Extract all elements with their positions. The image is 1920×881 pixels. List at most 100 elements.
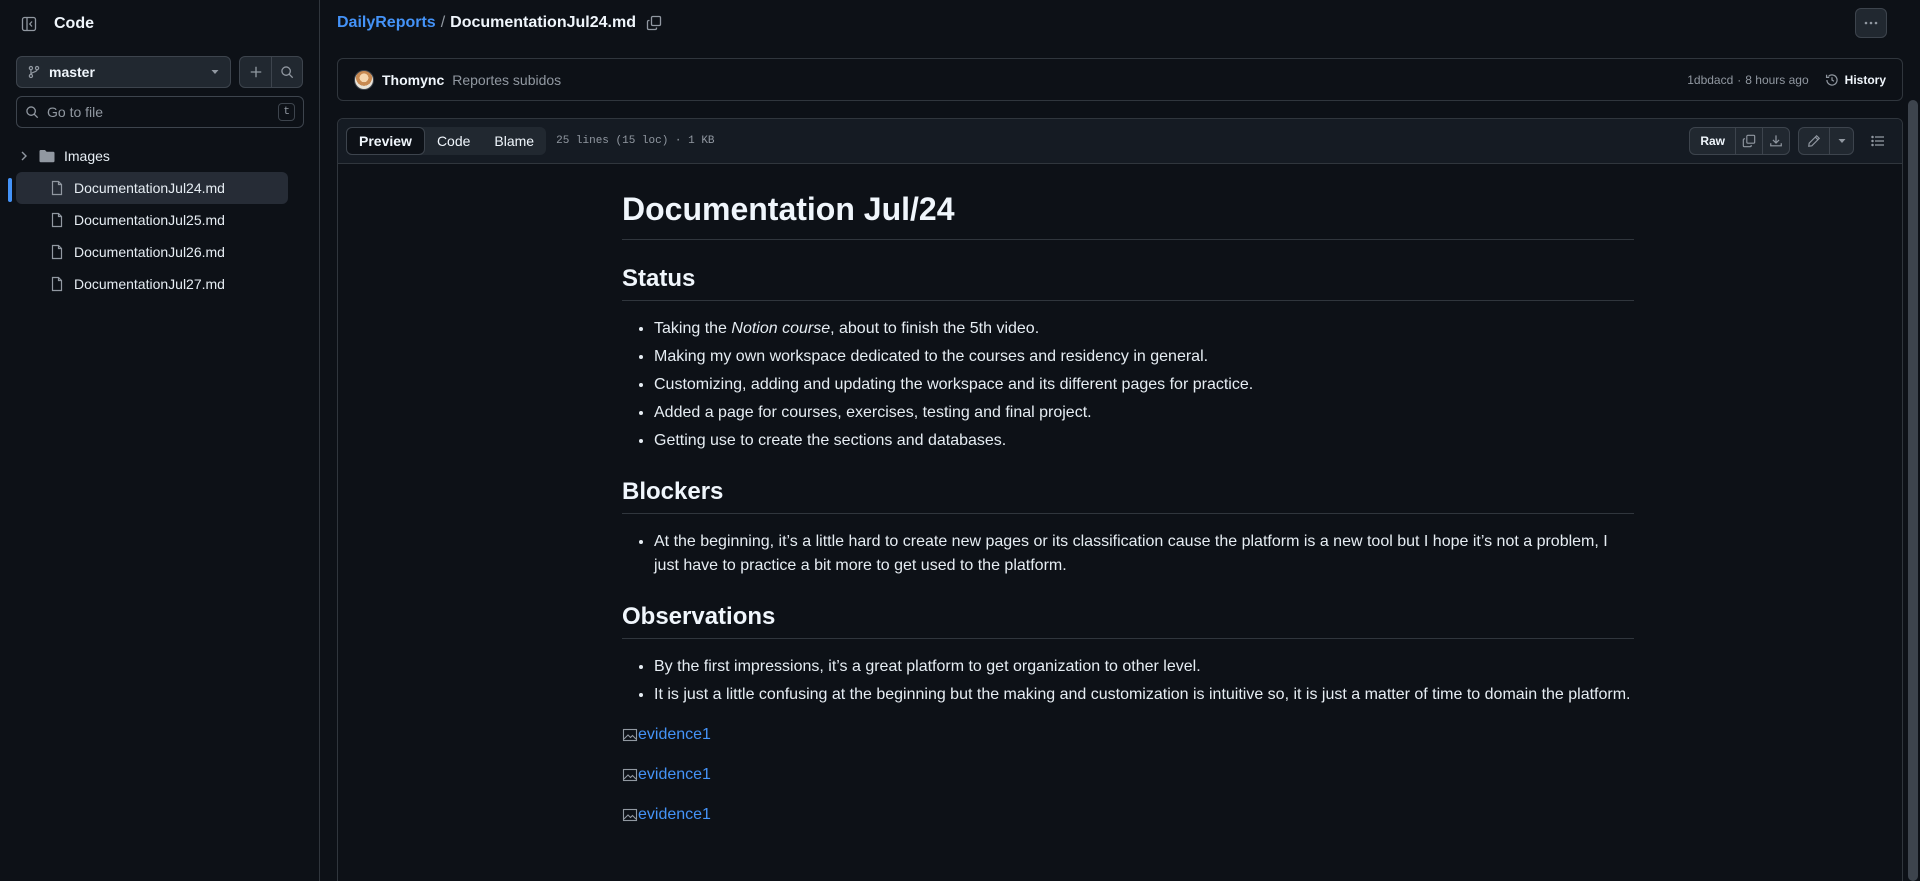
- latest-commit-bar: Thomync Reportes subidos 1dbdacd · 8 hou…: [337, 58, 1903, 101]
- tab-code[interactable]: Code: [425, 127, 482, 155]
- collapse-sidebar-button[interactable]: [14, 9, 44, 39]
- list-text: , about to finish the 5th video.: [830, 320, 1040, 337]
- branch-row: master: [16, 56, 304, 88]
- commit-time: 8 hours ago: [1745, 72, 1809, 87]
- avatar[interactable]: [354, 69, 374, 90]
- file-tree: Images DocumentationJul24.md Documentati…: [0, 140, 320, 300]
- page-scrollbar[interactable]: [1905, 0, 1920, 881]
- edit-actions-group: [1798, 127, 1854, 155]
- broken-image-icon: [622, 808, 638, 822]
- meta-separator: ·: [1737, 72, 1742, 87]
- breadcrumb: DailyReports / DocumentationJul24.md: [337, 12, 662, 34]
- evidence-alt-text: evidence1: [638, 806, 711, 823]
- document-title: Documentation Jul/24: [622, 189, 1634, 240]
- view-mode-tabs: Preview Code Blame: [346, 127, 547, 155]
- shortcut-hint: t: [278, 103, 295, 121]
- add-file-button[interactable]: [240, 57, 271, 87]
- tree-folder-images[interactable]: Images: [16, 140, 288, 172]
- file-view: DailyReports / DocumentationJul24.md Tho…: [321, 0, 1920, 881]
- list-item: Taking the Notion course, about to finis…: [654, 317, 1634, 341]
- commit-meta: 1dbdacd · 8 hours ago History: [1687, 73, 1886, 87]
- download-icon: [1770, 135, 1782, 147]
- search-icon: [281, 66, 294, 79]
- copy-path-button[interactable]: [646, 15, 662, 31]
- commit-hash[interactable]: 1dbdacd: [1687, 73, 1733, 87]
- observations-list: By the first impressions, it’s a great p…: [622, 655, 1634, 707]
- tree-file-documentationjul27[interactable]: DocumentationJul27.md: [16, 268, 288, 300]
- sidebar-collapse-icon: [21, 16, 37, 32]
- list-item: At the beginning, it’s a little hard to …: [654, 530, 1634, 578]
- evidence-image-link[interactable]: evidence1: [622, 763, 1634, 787]
- go-to-file-input[interactable]: [47, 104, 279, 120]
- tree-item-label: DocumentationJul24.md: [74, 180, 225, 196]
- heading-blockers: Blockers: [622, 477, 1634, 514]
- commit-author[interactable]: Thomync: [382, 72, 444, 88]
- evidence-image-link[interactable]: evidence1: [622, 803, 1634, 827]
- markdown-body: Documentation Jul/24 Status Taking the N…: [622, 165, 1634, 827]
- search-tree-button[interactable]: [271, 57, 302, 87]
- file-icon: [51, 212, 63, 228]
- history-label: History: [1844, 72, 1886, 87]
- tab-preview[interactable]: Preview: [346, 127, 425, 155]
- emphasis-text: Notion course: [731, 320, 831, 337]
- copy-icon: [646, 15, 662, 31]
- breadcrumb-separator: /: [440, 14, 446, 31]
- list-item: Customizing, adding and updating the wor…: [654, 373, 1634, 397]
- history-button[interactable]: History: [1825, 73, 1886, 87]
- raw-button[interactable]: Raw: [1690, 128, 1735, 154]
- tab-blame[interactable]: Blame: [482, 127, 546, 155]
- tree-file-documentationjul26[interactable]: DocumentationJul26.md: [16, 236, 288, 268]
- edit-file-button[interactable]: [1799, 128, 1829, 154]
- plus-icon: [250, 66, 261, 78]
- kebab-horizontal-icon: [1864, 21, 1878, 25]
- caret-down-icon: [1838, 139, 1845, 143]
- chevron-right-icon[interactable]: [16, 148, 32, 164]
- git-branch-icon: [28, 65, 40, 79]
- heading-status: Status: [622, 264, 1634, 301]
- broken-image-icon: [622, 728, 638, 742]
- edit-dropdown-button[interactable]: [1829, 128, 1853, 154]
- file-header: Preview Code Blame 25 lines (15 loc) · 1…: [338, 119, 1902, 164]
- list-item: Added a page for courses, exercises, tes…: [654, 401, 1634, 425]
- pencil-icon: [1808, 134, 1821, 147]
- breadcrumb-current-file: DocumentationJul24.md: [450, 14, 636, 31]
- file-icon: [51, 276, 63, 292]
- heading-observations: Observations: [622, 602, 1634, 639]
- file-icon: [51, 244, 63, 260]
- list-item: It is just a little confusing at the beg…: [654, 683, 1634, 707]
- folder-icon: [39, 150, 55, 163]
- caret-down-icon: [211, 70, 219, 74]
- tree-file-documentationjul25[interactable]: DocumentationJul25.md: [16, 204, 288, 236]
- file-icon: [51, 180, 63, 196]
- history-icon: [1825, 73, 1838, 86]
- outline-button[interactable]: [1862, 127, 1894, 155]
- broken-image-icon: [622, 768, 638, 782]
- list-item: By the first impressions, it’s a great p…: [654, 655, 1634, 679]
- tree-item-label: DocumentationJul27.md: [74, 276, 225, 292]
- scrollbar-thumb[interactable]: [1908, 100, 1918, 881]
- sidebar-title: Code: [54, 15, 94, 32]
- list-item: Getting use to create the sections and d…: [654, 429, 1634, 453]
- evidence-image-link[interactable]: evidence1: [622, 723, 1634, 747]
- blockers-list: At the beginning, it’s a little hard to …: [622, 530, 1634, 578]
- status-list: Taking the Notion course, about to finis…: [622, 317, 1634, 453]
- search-icon: [26, 106, 39, 119]
- download-button[interactable]: [1762, 128, 1789, 154]
- file-stats: 25 lines (15 loc) · 1 KB: [556, 135, 715, 147]
- file-content-box: Preview Code Blame 25 lines (15 loc) · 1…: [337, 118, 1903, 881]
- tree-file-documentationjul24[interactable]: DocumentationJul24.md: [8, 172, 288, 204]
- breadcrumb-repo-link[interactable]: DailyReports: [337, 14, 436, 32]
- branch-selector[interactable]: master: [16, 56, 231, 88]
- file-tree-sidebar: Code master Go to file t Images Document…: [0, 0, 320, 881]
- file-actions: Raw: [1689, 127, 1894, 155]
- copy-raw-button[interactable]: [1735, 128, 1762, 154]
- list-item: Making my own workspace dedicated to the…: [654, 345, 1634, 369]
- sidebar-header: Code: [16, 10, 94, 38]
- more-options-button[interactable]: [1855, 8, 1887, 38]
- commit-message[interactable]: Reportes subidos: [452, 72, 561, 88]
- tree-item-label: Images: [64, 148, 110, 164]
- tree-item-label: DocumentationJul25.md: [74, 212, 225, 228]
- raw-actions-group: Raw: [1689, 127, 1790, 155]
- copy-icon: [1742, 134, 1756, 148]
- go-to-file-field[interactable]: t: [16, 96, 304, 128]
